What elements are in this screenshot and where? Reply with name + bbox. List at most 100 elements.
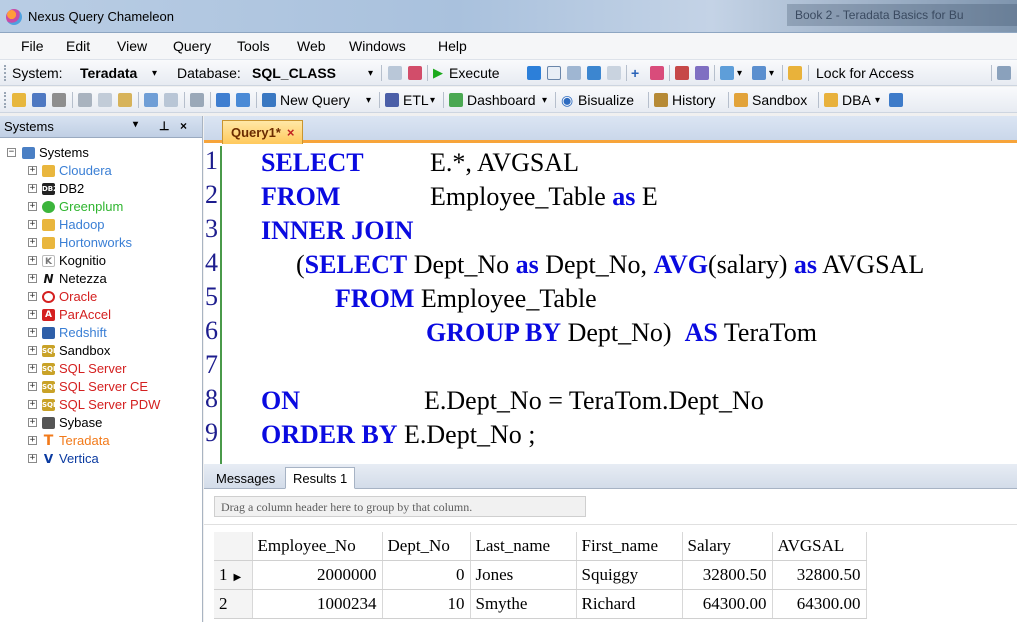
- panel-menu-icon[interactable]: ▾: [133, 119, 138, 130]
- tree-item-teradata[interactable]: + T Teradata: [0, 432, 200, 450]
- history-icon[interactable]: [654, 93, 668, 107]
- tab-results-1[interactable]: Results 1: [285, 467, 356, 489]
- column-header-last-name[interactable]: Last_name: [470, 532, 577, 561]
- cell-avgsal[interactable]: 64300.00: [772, 589, 867, 619]
- tab-close-icon[interactable]: ×: [287, 125, 295, 140]
- expand-icon[interactable]: +: [28, 436, 37, 445]
- menu-edit[interactable]: Edit: [66, 38, 90, 54]
- expand-icon[interactable]: +: [28, 454, 37, 463]
- panel-close-icon[interactable]: ×: [180, 119, 187, 133]
- more-icon[interactable]: [997, 66, 1011, 80]
- format-icon[interactable]: [587, 66, 601, 80]
- tag-dropdown-icon[interactable]: ▾: [737, 68, 742, 79]
- toolbar-grip[interactable]: [4, 92, 7, 108]
- toolbar-grip[interactable]: [4, 65, 7, 81]
- database-dropdown-icon[interactable]: ▾: [368, 68, 373, 79]
- grid-icon[interactable]: [607, 66, 621, 80]
- execute-play-icon[interactable]: ▶: [433, 65, 443, 81]
- expand-icon[interactable]: +: [28, 382, 37, 391]
- tree-item-sql-server-ce[interactable]: + SQL SQL Server CE: [0, 378, 200, 396]
- table-row[interactable]: 2 1000234 10 Smythe Richard 64300.00 643…: [214, 589, 867, 619]
- tree-item-hadoop[interactable]: + Hadoop: [0, 216, 200, 234]
- redo-icon[interactable]: [164, 93, 178, 107]
- tree-item-sandbox[interactable]: + SQL Sandbox: [0, 342, 200, 360]
- cell-last-name[interactable]: Jones: [470, 560, 577, 590]
- bisualize-button[interactable]: Bisualize: [578, 92, 634, 108]
- row-header-corner[interactable]: [214, 532, 253, 561]
- tree-item-redshift[interactable]: + Redshift: [0, 324, 200, 342]
- column-header-employee-no[interactable]: Employee_No: [252, 532, 383, 561]
- dba-icon[interactable]: [824, 93, 838, 107]
- code-line-3[interactable]: INNER JOIN: [261, 216, 413, 246]
- code-line-1-args[interactable]: E.*, AVGSAL: [430, 148, 579, 178]
- dashboard-icon[interactable]: [449, 93, 463, 107]
- tree-item-sql-server[interactable]: + SQL SQL Server: [0, 360, 200, 378]
- bisualize-icon[interactable]: ◉: [561, 92, 573, 109]
- tree-item-oracle[interactable]: + Oracle: [0, 288, 200, 306]
- expand-icon[interactable]: +: [28, 184, 37, 193]
- network-icon[interactable]: [889, 93, 903, 107]
- menu-query[interactable]: Query: [173, 38, 211, 54]
- new-document-icon[interactable]: [547, 66, 561, 80]
- database-select[interactable]: SQL_CLASS: [252, 65, 336, 81]
- etl-button[interactable]: ETL: [403, 92, 429, 108]
- tree-item-cloudera[interactable]: + Cloudera: [0, 162, 200, 180]
- code-line-5[interactable]: FROM Employee_Table: [335, 284, 597, 314]
- sandbox-button[interactable]: Sandbox: [752, 92, 807, 108]
- etl-dropdown-icon[interactable]: ▾: [430, 95, 435, 106]
- expand-icon[interactable]: +: [28, 202, 37, 211]
- expand-icon[interactable]: +: [28, 310, 37, 319]
- row-header[interactable]: 1 ▶: [214, 560, 253, 590]
- cell-dept-no[interactable]: 10: [382, 589, 471, 619]
- expand-icon[interactable]: +: [28, 400, 37, 409]
- tag-icon[interactable]: [720, 66, 734, 80]
- cell-first-name[interactable]: Squiggy: [576, 560, 683, 590]
- expand-icon[interactable]: +: [28, 166, 37, 175]
- expand-icon[interactable]: +: [28, 346, 37, 355]
- dashboard-button[interactable]: Dashboard: [467, 92, 536, 108]
- background-window-title[interactable]: Book 2 - Teradata Basics for Bu: [787, 4, 1017, 26]
- menu-web[interactable]: Web: [297, 38, 326, 54]
- eraser-icon[interactable]: [650, 66, 664, 80]
- tree-root-systems[interactable]: − Systems: [0, 144, 200, 162]
- cell-dept-no[interactable]: 0: [382, 560, 471, 590]
- menu-view[interactable]: View: [117, 38, 147, 54]
- expand-icon[interactable]: +: [28, 292, 37, 301]
- copy-icon[interactable]: [98, 93, 112, 107]
- execute-all-icon[interactable]: [527, 66, 541, 80]
- tree-item-netezza[interactable]: + N Netezza: [0, 270, 200, 288]
- code-line-6[interactable]: GROUP BY Dept_No) AS TeraTom: [426, 318, 817, 348]
- code-line-9[interactable]: ORDER BY E.Dept_No ;: [261, 420, 535, 450]
- code-line-1[interactable]: SELECT: [261, 148, 364, 178]
- expand-icon[interactable]: +: [28, 256, 37, 265]
- expand-icon[interactable]: +: [28, 220, 37, 229]
- cell-salary[interactable]: 32800.50: [682, 560, 773, 590]
- expand-icon[interactable]: +: [28, 364, 37, 373]
- calendar-icon[interactable]: [236, 93, 250, 107]
- code-line-8[interactable]: ON: [261, 386, 300, 416]
- expand-icon[interactable]: +: [28, 274, 37, 283]
- system-select[interactable]: Teradata: [80, 65, 137, 81]
- tab-messages[interactable]: Messages: [208, 467, 283, 489]
- tree-item-vertica[interactable]: + V Vertica: [0, 450, 200, 468]
- pin-icon[interactable]: ⊥: [159, 119, 169, 133]
- cell-last-name[interactable]: Smythe: [470, 589, 577, 619]
- system-dropdown-icon[interactable]: ▾: [152, 68, 157, 79]
- expand-icon[interactable]: +: [28, 418, 37, 427]
- dashboard-dropdown-icon[interactable]: ▾: [542, 95, 547, 106]
- explain-icon[interactable]: [388, 66, 402, 80]
- column-header-avgsal[interactable]: AVGSAL: [772, 532, 867, 561]
- code-line-4[interactable]: (SELECT Dept_No as Dept_No, AVG(salary) …: [296, 250, 924, 280]
- column-header-salary[interactable]: Salary: [682, 532, 773, 561]
- column-header-first-name[interactable]: First_name: [576, 532, 683, 561]
- expand-icon[interactable]: +: [28, 328, 37, 337]
- collapse-icon[interactable]: −: [7, 148, 16, 157]
- tab-query1[interactable]: Query1* ×: [222, 120, 304, 144]
- cell-avgsal[interactable]: 32800.50: [772, 560, 867, 590]
- expand-icon[interactable]: +: [28, 238, 37, 247]
- tree-item-hortonworks[interactable]: + Hortonworks: [0, 234, 200, 252]
- cell-employee-no[interactable]: 2000000: [252, 560, 383, 590]
- menu-help[interactable]: Help: [438, 38, 467, 54]
- code-line-2[interactable]: FROM: [261, 182, 340, 212]
- new-query-icon[interactable]: [262, 93, 276, 107]
